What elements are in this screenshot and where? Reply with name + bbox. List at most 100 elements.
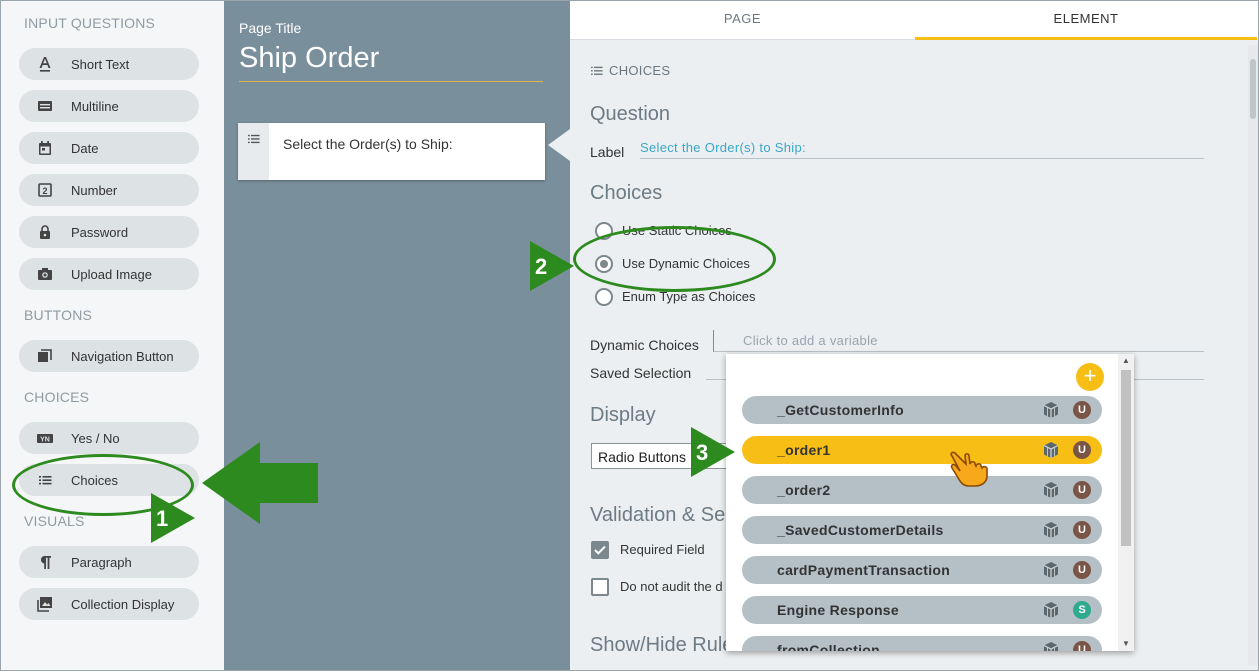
scrollbar-thumb[interactable]: [1250, 59, 1256, 119]
palette-item-label: Yes / No: [71, 430, 120, 446]
tab-element[interactable]: ELEMENT: [915, 0, 1257, 40]
variable-item[interactable]: _GetCustomerInfo U: [742, 396, 1102, 424]
validation-heading: Validation & Sec: [590, 504, 736, 526]
annotation-arrow-left-icon: [202, 442, 318, 524]
variable-item[interactable]: _order2 U: [742, 476, 1102, 504]
variable-scope-badge: U: [1073, 561, 1091, 579]
variable-scope-badge: U: [1073, 401, 1091, 419]
list-icon: [591, 66, 603, 75]
variable-scope-badge: U: [1073, 441, 1091, 459]
scroll-down-icon[interactable]: ▼: [1122, 639, 1130, 648]
cube-icon: [1043, 482, 1059, 498]
navigation-icon: [19, 348, 71, 364]
cube-icon: [1043, 602, 1059, 618]
list-icon: [247, 134, 260, 144]
annotation-number-1: 1: [156, 506, 169, 531]
palette-item-short-text[interactable]: Short Text: [19, 48, 199, 80]
palette-item-date[interactable]: Date: [19, 132, 199, 164]
page-title-label: Page Title: [239, 20, 302, 36]
variable-item[interactable]: _SavedCustomerDetails U: [742, 516, 1102, 544]
variable-name: _order1: [777, 442, 831, 458]
tab-page[interactable]: PAGE: [570, 0, 915, 40]
palette-item-label: Number: [71, 182, 118, 198]
do-not-audit-checkbox[interactable]: [591, 578, 609, 596]
number-icon: 2: [19, 182, 71, 198]
palette-item-label: Short Text: [71, 56, 130, 72]
section-buttons: BUTTONS: [24, 307, 93, 323]
selection-pointer: [548, 129, 570, 161]
svg-text:2: 2: [42, 186, 47, 196]
palette-item-collection-display[interactable]: Collection Display: [19, 588, 199, 620]
variable-item[interactable]: cardPaymentTransaction U: [742, 556, 1102, 584]
crumb-label: CHOICES: [609, 63, 671, 78]
camera-icon: [19, 266, 71, 282]
cube-icon: [1043, 562, 1059, 578]
collection-icon: [19, 596, 71, 612]
multiline-icon: [19, 98, 71, 114]
label-input[interactable]: Select the Order(s) to Ship:: [640, 140, 806, 155]
dropdown-scrollbar[interactable]: ▲ ▼: [1118, 354, 1134, 651]
dynamic-choices-label: Dynamic Choices: [590, 337, 699, 353]
cube-icon: [1043, 442, 1059, 458]
dropdown-scroll-thumb[interactable]: [1121, 370, 1131, 546]
variable-name: cardPaymentTransaction: [777, 562, 951, 578]
section-input-questions: INPUT QUESTIONS: [24, 15, 156, 31]
text-format-icon: [19, 56, 71, 72]
palette-item-label: Multiline: [71, 98, 119, 114]
question-card[interactable]: Select the Order(s) to Ship:: [238, 123, 545, 180]
variable-scope-badge: S: [1073, 601, 1091, 619]
hand-pointer-icon: [950, 451, 988, 487]
label-input-underline: [640, 158, 1204, 159]
palette-item-navigation-button[interactable]: Navigation Button: [19, 340, 199, 372]
variable-item[interactable]: fromCollection U: [742, 636, 1102, 651]
required-field-checkbox[interactable]: [591, 541, 609, 559]
palette-item-multiline[interactable]: Multiline: [19, 90, 199, 122]
palette-item-label: Navigation Button: [71, 348, 174, 364]
variable-name: Engine Response: [777, 602, 899, 618]
variable-item[interactable]: _order1 U: [742, 436, 1102, 464]
variable-name: _SavedCustomerDetails: [777, 522, 944, 538]
palette-item-label: Collection Display: [71, 596, 175, 612]
palette-item-password[interactable]: Password: [19, 216, 199, 248]
properties-scrollbar[interactable]: [1248, 45, 1258, 665]
variable-dropdown: + _GetCustomerInfo U _order1 U _order2 U _Save…: [726, 354, 1134, 651]
annotation-ring-dynamic: [573, 226, 776, 292]
palette-item-number[interactable]: 2 Number: [19, 174, 199, 206]
question-heading: Question: [590, 103, 671, 125]
question-card-handle[interactable]: [238, 123, 269, 180]
section-visuals: VISUALS: [24, 513, 85, 529]
page-title-input[interactable]: Ship Order: [239, 42, 543, 82]
palette-item-upload-image[interactable]: Upload Image: [19, 258, 199, 290]
element-type-crumb: CHOICES: [590, 63, 670, 78]
scroll-up-icon[interactable]: ▲: [1122, 356, 1130, 365]
palette-item-label: Upload Image: [71, 266, 152, 282]
page-canvas: Page Title Ship Order Select the Order(s…: [224, 0, 570, 671]
show-hide-heading: Show/Hide Rule: [590, 634, 734, 656]
variable-name: _GetCustomerInfo: [777, 402, 904, 418]
question-palette: INPUT QUESTIONS Short Text Multiline Dat…: [0, 0, 224, 671]
display-heading: Display: [590, 404, 656, 426]
do-not-audit-label: Do not audit the d: [620, 579, 723, 594]
cube-icon: [1043, 642, 1059, 651]
lock-icon: [19, 224, 71, 240]
palette-item-yes-no[interactable]: YN Yes / No: [19, 422, 199, 454]
radio-enum-choices[interactable]: [595, 288, 613, 306]
palette-item-paragraph[interactable]: Paragraph: [19, 546, 199, 578]
palette-item-label: Date: [71, 140, 99, 156]
yes-no-icon: YN: [19, 430, 71, 446]
variable-name: fromCollection: [777, 642, 880, 651]
label-caption: Label: [590, 144, 625, 160]
dynamic-choices-placeholder: Click to add a variable: [743, 333, 878, 348]
required-field-label: Required Field: [620, 542, 705, 557]
palette-item-label: Paragraph: [71, 554, 132, 570]
variable-scope-badge: U: [1073, 481, 1091, 499]
cube-icon: [1043, 522, 1059, 538]
variable-scope-badge: U: [1073, 521, 1091, 539]
palette-item-label: Password: [71, 224, 129, 240]
choices-heading: Choices: [590, 182, 663, 204]
calendar-icon: [19, 140, 71, 156]
annotation-number-2: 2: [535, 254, 548, 279]
question-text: Select the Order(s) to Ship:: [283, 136, 453, 152]
add-variable-button[interactable]: +: [1076, 363, 1104, 391]
variable-item[interactable]: Engine Response S: [742, 596, 1102, 624]
